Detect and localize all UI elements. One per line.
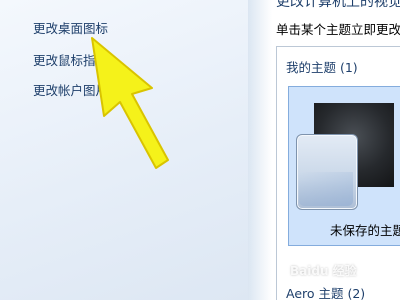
pointer-arrow-icon <box>91 37 169 169</box>
instruction-text: 单击某个主题立即更改桌面背景 <box>276 22 400 37</box>
aero-themes-header[interactable]: Aero 主题 (2) <box>286 283 365 300</box>
pane-divider <box>248 0 272 300</box>
window-color-sheen <box>299 172 353 206</box>
page-heading: 更改计算机上的视觉效果和声音 <box>276 0 400 10</box>
my-themes-header[interactable]: 我的主题 (1) <box>286 57 358 76</box>
unsaved-theme-label: 未保存的主题 <box>330 223 400 238</box>
watermark-text: Baidu 经验 <box>290 264 357 278</box>
theme-content-pane: 更改计算机上的视觉效果和声音 单击某个主题立即更改桌面背景 我的主题 (1) 未… <box>272 0 400 300</box>
watermark: Baidu 经验 <box>290 262 390 280</box>
